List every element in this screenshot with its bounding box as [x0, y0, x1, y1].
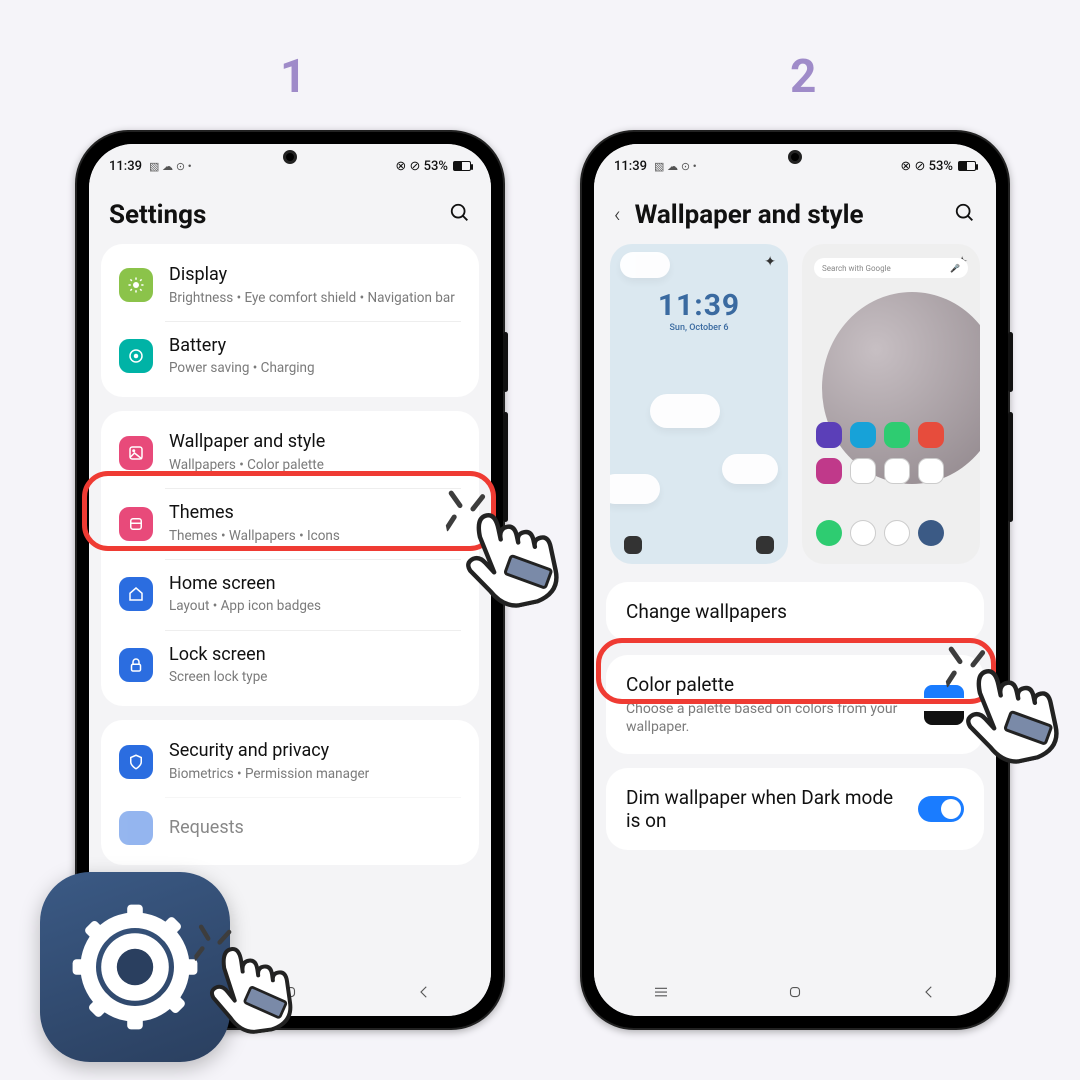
settings-item-home[interactable]: Home screen Layout • App icon badges	[101, 559, 479, 630]
step-number-2: 2	[790, 50, 816, 104]
app-gallery-icon	[816, 458, 842, 484]
app-maps-icon	[918, 458, 944, 484]
settings-group-personalize: Wallpaper and style Wallpapers • Color p…	[101, 411, 479, 706]
shield-icon	[119, 745, 153, 779]
mic-icon: 🎤	[950, 264, 960, 273]
search-icon[interactable]	[954, 202, 976, 228]
status-time: 11:39	[109, 159, 142, 174]
app-settings-icon	[918, 520, 944, 546]
themes-icon	[119, 507, 153, 541]
lock-icon	[119, 648, 153, 682]
dim-wallpaper-option[interactable]: Dim wallpaper when Dark mode is on	[606, 768, 984, 850]
battery-settings-icon	[119, 339, 153, 373]
nav-home-icon[interactable]	[786, 983, 804, 1006]
app-messages-icon	[884, 422, 910, 448]
app-youtube-icon	[884, 458, 910, 484]
battery-icon	[958, 161, 976, 171]
status-right-icons: ⊗ ⊘ 53%	[395, 159, 448, 174]
display-icon	[119, 268, 153, 302]
app-onedrive-icon	[850, 458, 876, 484]
change-wallpapers-button[interactable]: Change wallpapers	[606, 582, 984, 641]
page-title: Settings	[109, 200, 206, 230]
home-icon	[119, 577, 153, 611]
front-camera	[283, 150, 297, 164]
lock-preview-date: Sun, October 6	[610, 323, 788, 333]
settings-item-lock[interactable]: Lock screen Screen lock type	[101, 630, 479, 701]
settings-header: Settings	[89, 188, 491, 244]
battery-icon	[453, 161, 471, 171]
wallpaper-planet	[822, 292, 980, 484]
lockscreen-preview[interactable]: ✦ 11:39 Sun, October 6	[610, 244, 788, 564]
wallpaper-header: ‹ Wallpaper and style	[594, 188, 996, 244]
phone-mock-2: 11:39 ▧ ☁ ⊙ • ⊗ ⊘ 53% ‹ Wallpaper and st…	[580, 130, 1010, 1030]
front-camera	[788, 150, 802, 164]
wallpaper-icon	[119, 436, 153, 470]
color-palette-option[interactable]: Color palette Choose a palette based on …	[606, 655, 984, 754]
settings-group-security: Security and privacy Biometrics • Permis…	[101, 720, 479, 865]
google-search-widget: Search with Google🎤	[814, 258, 968, 278]
palette-swatch-icon	[924, 685, 964, 725]
flashlight-icon	[624, 536, 642, 554]
app-chrome-icon	[850, 520, 876, 546]
toggle-on-icon[interactable]	[918, 796, 964, 822]
back-icon[interactable]: ‹	[614, 203, 621, 228]
app-calendar-icon	[850, 422, 876, 448]
status-left-icons: ▧ ☁ ⊙ •	[149, 160, 192, 173]
app-clock-icon	[816, 422, 842, 448]
nav-home-icon[interactable]	[281, 983, 299, 1006]
nav-back-icon[interactable]	[415, 983, 433, 1006]
app-phone-icon	[816, 520, 842, 546]
lock-preview-time: 11:39	[610, 288, 788, 323]
settings-item-battery[interactable]: Battery Power saving • Charging	[101, 321, 479, 392]
settings-app-icon[interactable]	[40, 872, 230, 1062]
settings-item-display[interactable]: Display Brightness • Eye comfort shield …	[101, 250, 479, 321]
camera-icon	[756, 536, 774, 554]
wallpaper-previews: ✦ 11:39 Sun, October 6 ✦ Search with Goo…	[594, 244, 996, 582]
settings-item-label: Display	[169, 264, 461, 287]
search-icon[interactable]	[449, 202, 471, 228]
app-camera-icon	[918, 422, 944, 448]
requests-icon	[119, 811, 153, 845]
homescreen-preview[interactable]: ✦ Search with Google🎤	[802, 244, 980, 564]
settings-item-security[interactable]: Security and privacy Biometrics • Permis…	[101, 726, 479, 797]
nav-recents-icon[interactable]	[652, 983, 670, 1006]
settings-item-requests[interactable]: Requests	[101, 797, 479, 859]
nav-back-icon[interactable]	[920, 983, 938, 1006]
android-navbar	[594, 972, 996, 1016]
page-title: Wallpaper and style	[635, 200, 864, 230]
settings-group-display: Display Brightness • Eye comfort shield …	[101, 244, 479, 397]
step-number-1: 1	[280, 50, 306, 104]
settings-item-themes[interactable]: Themes Themes • Wallpapers • Icons	[101, 488, 479, 559]
settings-item-sub: Brightness • Eye comfort shield • Naviga…	[169, 289, 461, 307]
star-icon: ✦	[764, 254, 776, 270]
app-photos-icon	[884, 520, 910, 546]
settings-item-wallpaper[interactable]: Wallpaper and style Wallpapers • Color p…	[101, 417, 479, 488]
